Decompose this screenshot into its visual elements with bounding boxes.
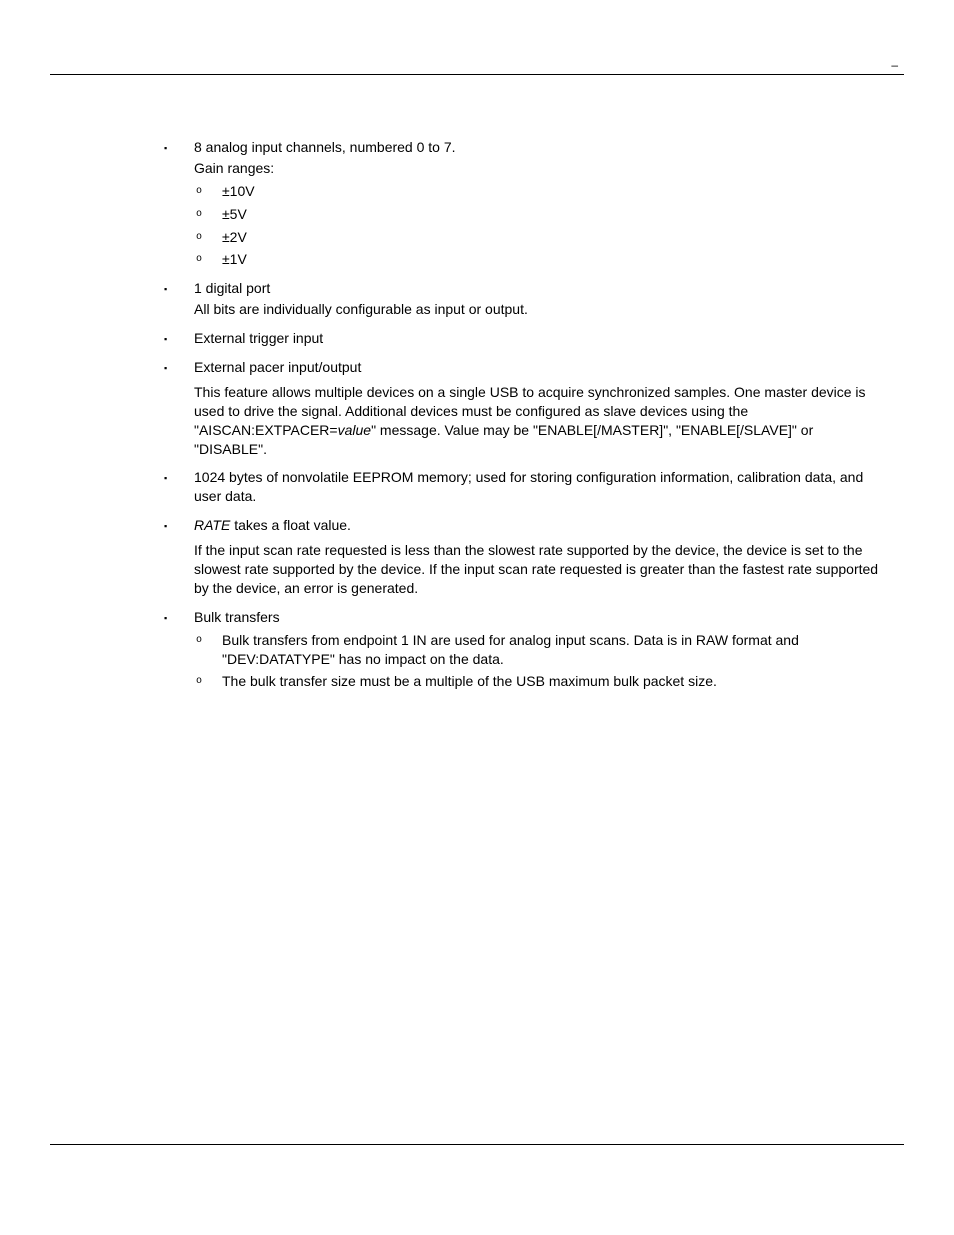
list-item: RATE takes a float value. If the input s… [164,516,880,598]
sub-list-item: ±10V [194,182,880,201]
list-item: 1 digital port All bits are individually… [164,279,880,319]
list-item: 1024 bytes of nonvolatile EEPROM memory;… [164,468,880,506]
list-item: Bulk transfers Bulk transfers from endpo… [164,608,880,692]
content-area: 8 analog input channels, numbered 0 to 7… [164,138,880,691]
item-lead: 1 digital port [194,280,270,296]
sub-list: ±10V ±5V ±2V ±1V [194,182,880,270]
list-item: External pacer input/output This feature… [164,358,880,458]
list-item: 8 analog input channels, numbered 0 to 7… [164,138,880,269]
item-lead: External pacer input/output [194,359,361,375]
item-para: If the input scan rate requested is less… [194,541,880,598]
bullet-list: 8 analog input channels, numbered 0 to 7… [164,138,880,691]
sub-list-item: ±2V [194,228,880,247]
item-para: This feature allows multiple devices on … [194,383,880,459]
header-rule [50,74,904,75]
sub-list-item: ±5V [194,205,880,224]
item-lead-tail: takes a float value. [230,517,351,533]
header-dash: – [891,57,898,73]
footer-rule [50,1144,904,1145]
item-para: All bits are individually configurable a… [194,300,880,319]
item-lead: Bulk transfers [194,609,280,625]
sub-list-item: Bulk transfers from endpoint 1 IN are us… [194,631,880,669]
para-text-em: value [338,422,371,438]
item-lead: External trigger input [194,330,323,346]
sub-list: Bulk transfers from endpoint 1 IN are us… [194,631,880,692]
document-page: – 8 analog input channels, numbered 0 to… [0,0,954,1235]
item-lead: 1024 bytes of nonvolatile EEPROM memory;… [194,469,863,504]
sub-list-item: ±1V [194,250,880,269]
list-item: External trigger input [164,329,880,348]
sub-list-item: The bulk transfer size must be a multipl… [194,672,880,691]
item-lead-em: RATE [194,517,230,533]
item-lead: 8 analog input channels, numbered 0 to 7… [194,139,456,155]
item-subhead: Gain ranges: [194,159,880,178]
